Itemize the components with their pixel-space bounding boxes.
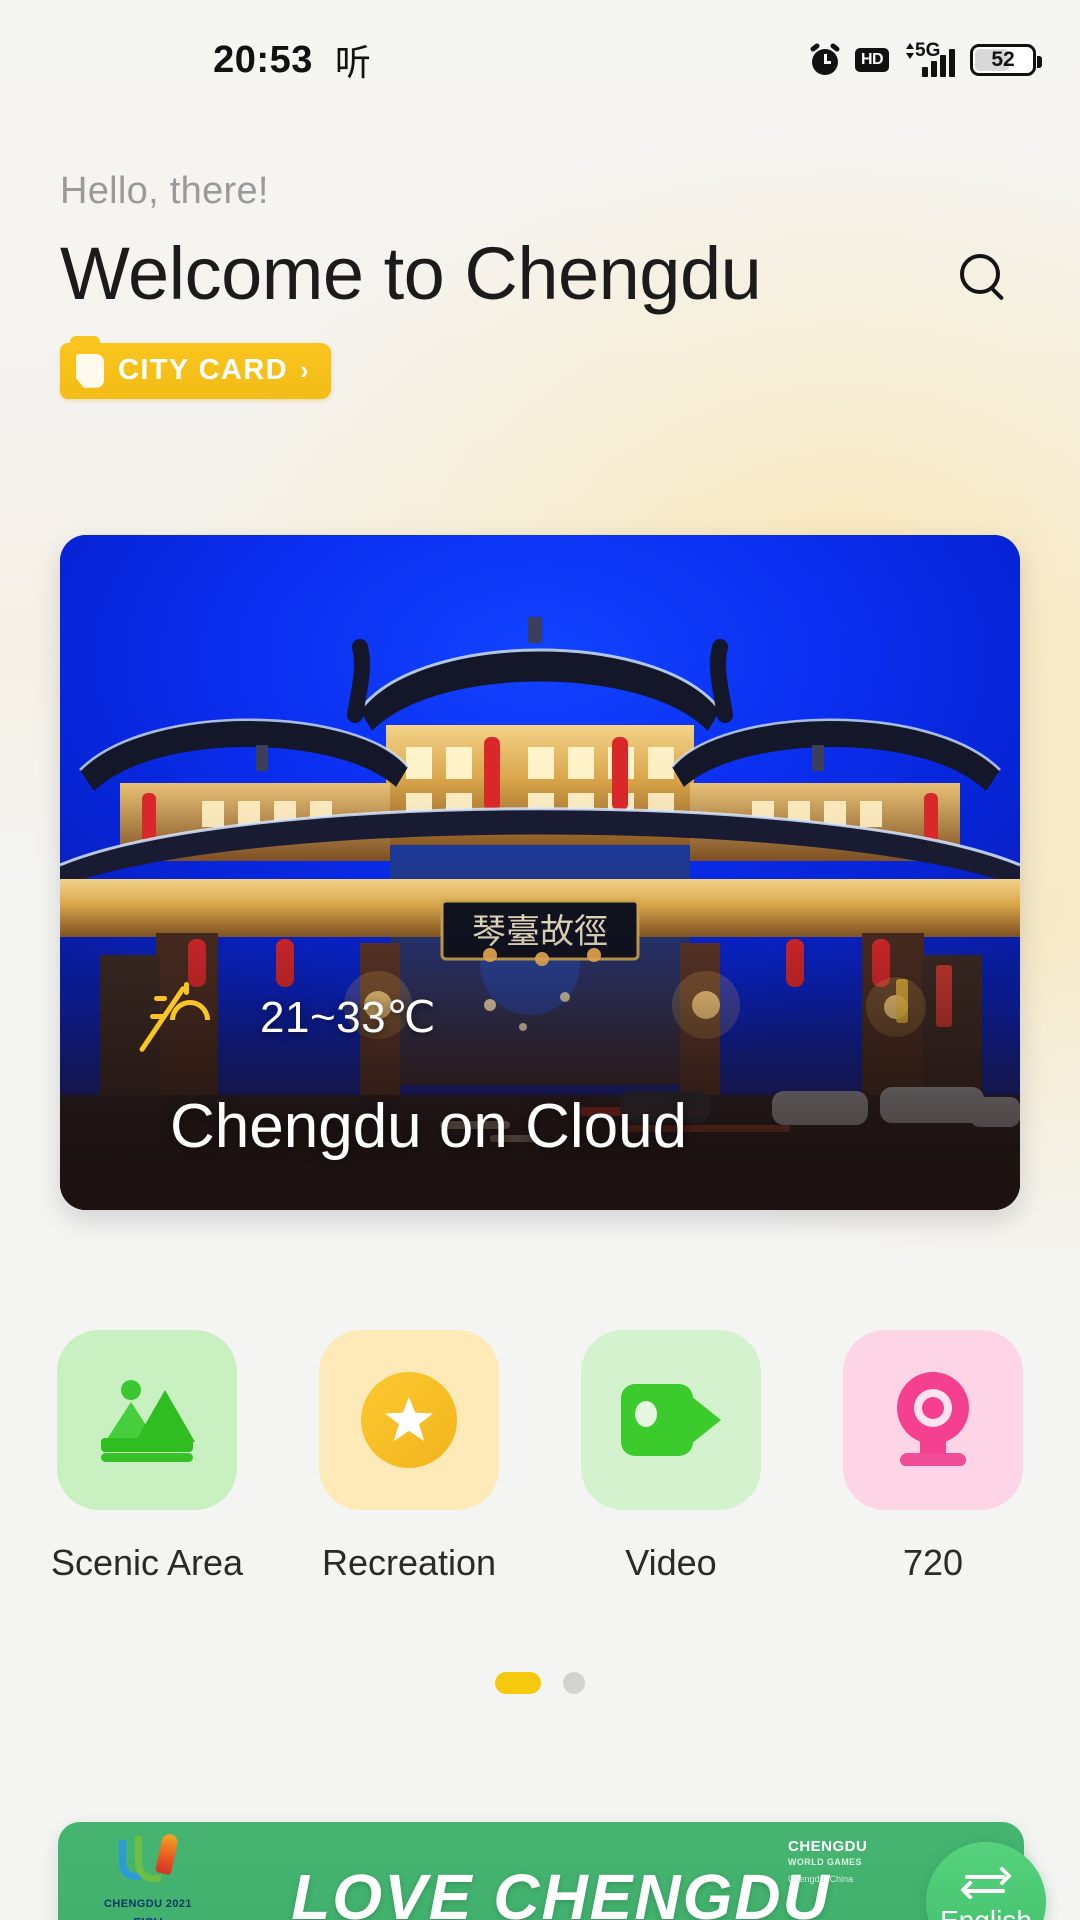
quick-action-label: Recreation [321,1542,497,1583]
status-secondary-label: 听 [334,42,371,83]
hd-icon: HD [855,48,889,72]
battery-icon: 52 [970,44,1042,76]
swap-arrows-icon [960,1866,1012,1901]
quick-action-tile [319,1330,499,1510]
network-type-label: 5G [915,40,941,61]
status-bar-right: HD 5G 52 [809,40,1042,77]
card-icon [76,353,104,388]
signal-5g-icon: 5G [904,40,955,77]
brand-line-1: CHENGDU [788,1838,868,1855]
pagination-dot-active[interactable] [495,1672,541,1694]
star-circle-icon [361,1372,457,1468]
pagination-dots [0,1672,1080,1694]
city-card-label: CITY CARD [118,354,288,387]
quick-action-720[interactable]: 720 [824,1330,1042,1584]
battery-percent: 52 [991,48,1015,71]
quick-action-label: Scenic Area [50,1542,244,1583]
hero-overlay-gradient [60,899,1020,1210]
quick-action-video[interactable]: Video [562,1330,780,1584]
city-card-button[interactable]: CITY CARD › [60,335,331,399]
brand-line-3: Chengdu, China [788,1874,854,1884]
hero-weather: 21~33℃ [138,982,436,1053]
chevron-right-icon: › [299,355,309,386]
search-button[interactable] [946,240,1014,308]
quick-action-scenic-area[interactable]: Scenic Area [38,1330,256,1584]
quick-action-tile [57,1330,237,1510]
banner-brand-mark: CHENGDU WORLD GAMES Chengdu, China [788,1838,908,1884]
greeting-text: Hello, there! [60,170,269,212]
search-icon [960,253,1000,294]
hero-card[interactable]: 琴臺故徑 [60,535,1020,1210]
quick-action-label: 720 [902,1542,964,1583]
page-title: Welcome to Chengdu [60,232,762,315]
temperature-text: 21~33℃ [260,992,436,1042]
title-row: Welcome to Chengdu [60,235,1020,313]
status-bar: 20:53 听 HD 5G 52 [0,0,1080,120]
app-screen: 20:53 听 HD 5G 52 Hello, there! Welcome t… [0,0,1080,1920]
pagination-dot[interactable] [563,1672,585,1694]
quick-action-tile [843,1330,1023,1510]
status-time: 20:53 [213,38,313,81]
webcam-icon [888,1372,978,1468]
status-bar-left: 20:53 听 [213,34,371,86]
love-chengdu-banner[interactable]: CHENGDU 2021 FISU WORLD UNIVERSITY LOVE … [58,1822,1024,1920]
quick-action-tile [581,1330,761,1510]
language-label: English [940,1905,1032,1920]
brand-line-2: WORLD GAMES [788,1857,862,1867]
page-header: Hello, there! Welcome to Chengdu CITY CA… [0,170,1080,399]
quick-actions-row: Scenic Area Recreation Video 720 [0,1330,1080,1584]
quick-action-recreation[interactable]: Recreation [300,1330,518,1584]
mountain-landscape-icon [99,1378,195,1462]
quick-action-label: Video [625,1542,717,1583]
video-camera-icon [621,1384,721,1456]
hero-title: Chengdu on Cloud [170,1092,688,1161]
alarm-clock-icon [809,42,841,75]
sunset-icon [138,982,238,1053]
